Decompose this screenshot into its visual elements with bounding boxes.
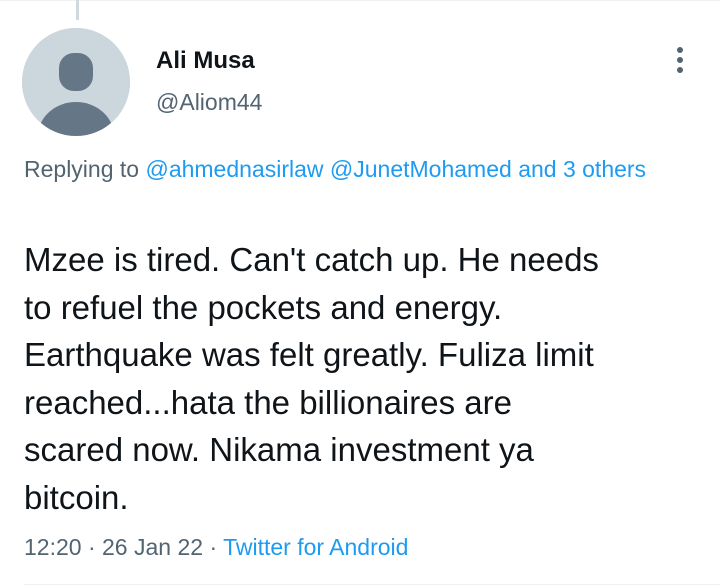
more-options-button[interactable]: [662, 40, 698, 80]
top-divider: [0, 0, 720, 1]
mention-link-junetmohamed[interactable]: @JunetMohamed: [330, 156, 512, 182]
tweet-date[interactable]: 26 Jan 22: [102, 534, 203, 560]
bottom-divider: [24, 584, 720, 585]
default-avatar-icon: [22, 28, 130, 136]
tweet-source-link[interactable]: Twitter for Android: [223, 534, 408, 560]
mention-link-ahmednasirlaw[interactable]: @ahmednasirlaw: [145, 156, 323, 182]
others-link[interactable]: 3 others: [563, 156, 646, 182]
replying-to-label: Replying to: [24, 156, 140, 182]
meta-separator: ·: [87, 534, 96, 560]
replying-to-line: Replying to @ahmednasirlaw @JunetMohamed…: [24, 152, 684, 187]
tweet-time[interactable]: 12:20: [24, 534, 82, 560]
mention-joiner[interactable]: and: [518, 156, 556, 182]
author-handle[interactable]: @Aliom44: [156, 88, 262, 116]
meta-separator: ·: [209, 534, 218, 560]
thread-connector-line: [76, 0, 79, 20]
more-options-icon: [677, 47, 683, 73]
tweet-text: Mzee is tired. Can't catch up. He needs …: [24, 241, 599, 516]
author-name[interactable]: Ali Musa: [156, 46, 255, 76]
tweet-meta: 12:20 · 26 Jan 22 · Twitter for Android: [24, 530, 408, 564]
avatar[interactable]: [22, 28, 130, 136]
